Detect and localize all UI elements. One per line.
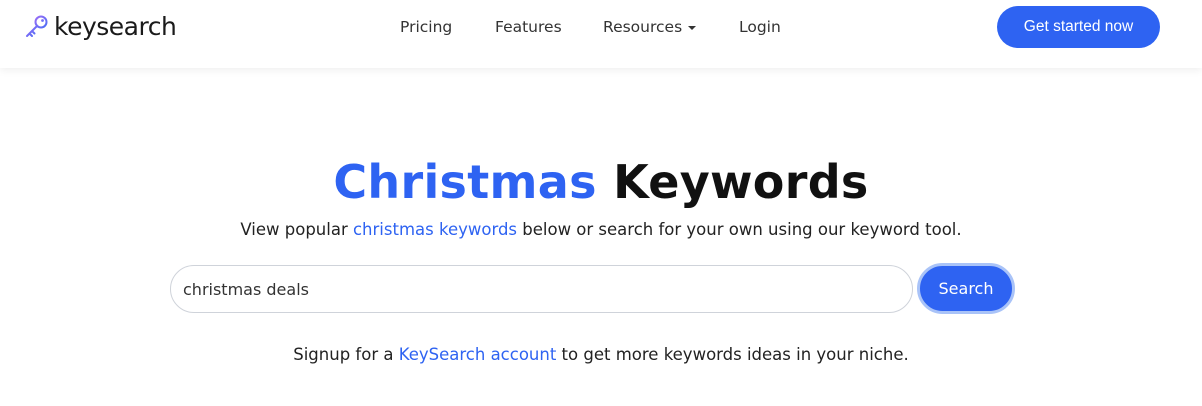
nav-link-resources-label: Resources (603, 18, 683, 36)
subtitle-suffix: below or search for your own using our k… (517, 220, 962, 239)
keyword-search-input[interactable] (170, 265, 913, 313)
page-title-accent: Christmas (333, 155, 597, 209)
nav-link-features[interactable]: Features (495, 18, 562, 36)
search-button[interactable]: Search (917, 263, 1015, 314)
subtitle-prefix: View popular (240, 220, 353, 239)
keysearch-account-link[interactable]: KeySearch account (399, 345, 557, 364)
page-title-rest: Keywords (613, 155, 869, 209)
key-icon (26, 15, 48, 37)
signup-prefix: Signup for a (293, 345, 399, 364)
caret-down-icon (688, 25, 697, 30)
get-started-button[interactable]: Get started now (997, 6, 1160, 48)
page-title: Christmas Keywords (0, 154, 1202, 210)
top-navbar: keysearch Pricing Features Resources Log… (0, 0, 1202, 68)
christmas-keywords-link[interactable]: christmas keywords (353, 220, 517, 239)
nav-link-login[interactable]: Login (739, 18, 781, 36)
page-subtitle: View popular christmas keywords below or… (0, 220, 1202, 239)
nav-link-resources[interactable]: Resources (603, 18, 697, 36)
brand-logo-link[interactable]: keysearch (24, 12, 177, 42)
signup-suffix: to get more keywords ideas in your niche… (556, 345, 909, 364)
signup-prompt: Signup for a KeySearch account to get mo… (0, 345, 1202, 364)
brand-name: keysearch (54, 12, 177, 41)
nav-link-pricing[interactable]: Pricing (400, 18, 452, 36)
